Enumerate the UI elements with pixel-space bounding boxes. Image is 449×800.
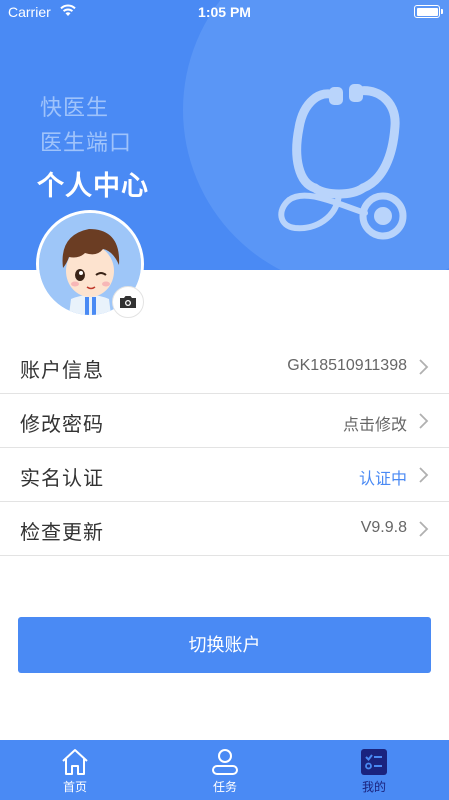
tab-tasks[interactable]: 任务 <box>150 740 300 800</box>
version-value: V9.9.8 <box>360 519 407 536</box>
chevron-right-icon <box>419 467 429 483</box>
menu-item-label: 修改密码 <box>20 414 104 436</box>
person-icon <box>212 749 238 775</box>
menu-item-change-password[interactable]: 修改密码 点击修改 <box>0 394 449 448</box>
tab-home[interactable]: 首页 <box>0 740 150 800</box>
tab-mine[interactable]: 我的 <box>299 740 449 800</box>
menu-item-label: 账户信息 <box>20 360 104 382</box>
settings-list: 账户信息 GK18510911398 修改密码 点击修改 实名认证 认证中 检查… <box>0 340 449 556</box>
status-bar: Carrier 1:05 PM <box>0 0 449 26</box>
menu-item-value: 点击修改 <box>342 417 407 434</box>
checklist-icon <box>361 749 387 775</box>
menu-item-label: 实名认证 <box>20 468 104 490</box>
avatar[interactable] <box>36 210 144 318</box>
page-title: 个人中心 <box>37 171 149 201</box>
app-name: 快医生 <box>40 95 110 120</box>
chevron-right-icon <box>419 521 429 537</box>
tab-label: 我的 <box>361 780 386 794</box>
battery-icon <box>414 5 443 18</box>
menu-item-verification[interactable]: 实名认证 认证中 <box>0 448 449 502</box>
stethoscope-icon <box>278 84 407 240</box>
menu-item-value: GK18510911398 <box>287 357 407 374</box>
menu-item-check-update[interactable]: 检查更新 V9.9.8 <box>0 502 449 556</box>
camera-button[interactable] <box>112 286 144 318</box>
switch-account-button[interactable]: 切换账户 <box>18 617 431 673</box>
camera-icon <box>120 296 136 308</box>
menu-item-account-info[interactable]: 账户信息 GK18510911398 <box>0 340 449 394</box>
verification-status: 认证中 <box>358 471 407 488</box>
chevron-right-icon <box>419 413 429 429</box>
tab-bar: 首页 任务 我的 <box>0 740 449 800</box>
clock: 1:05 PM <box>198 4 251 20</box>
home-icon <box>62 749 88 775</box>
app-subtitle: 医生端口 <box>40 130 133 155</box>
chevron-right-icon <box>419 359 429 375</box>
tab-label: 任务 <box>212 780 237 794</box>
tab-label: 首页 <box>62 780 87 794</box>
menu-item-label: 检查更新 <box>20 522 104 544</box>
